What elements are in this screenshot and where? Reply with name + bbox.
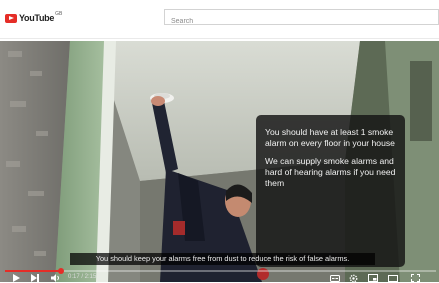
youtube-play-logo-icon [5,13,17,23]
fullscreen-button[interactable] [410,274,420,282]
miniplayer-button[interactable] [368,274,378,282]
search-box[interactable] [164,9,439,29]
captions-button[interactable] [330,274,340,282]
volume-icon [50,274,59,282]
subtitle-caption: You should keep your alarms free from du… [70,253,375,265]
volume-button[interactable] [50,274,60,282]
player-controls: 0:17 / 2:15 [0,272,439,282]
info-text-supply-alarms: We can supply smoke alarms and hard of h… [265,156,396,188]
logo-country-code: GB [55,11,63,17]
youtube-logo[interactable]: YouTube GB [5,11,62,25]
fullscreen-icon [410,274,420,282]
play-icon [12,274,20,282]
info-text-smoke-alarm-per-floor: You should have at least 1 smoke alarm o… [265,127,395,148]
next-button[interactable] [30,274,40,282]
settings-button[interactable] [348,274,358,282]
theater-icon [388,274,398,282]
captions-icon [330,274,340,282]
search-input[interactable] [165,14,438,29]
info-overlay: You should have at least 1 smoke alarm o… [256,115,405,267]
miniplayer-icon [368,274,378,282]
settings-icon [349,274,357,282]
time-display: 0:17 / 2:15 [68,274,97,280]
play-button[interactable] [12,274,20,282]
video-player[interactable]: You should have at least 1 smoke alarm o… [0,41,439,282]
masthead: YouTube GB [0,0,439,39]
next-icon [31,274,39,282]
theater-mode-button[interactable] [388,274,398,282]
logo-text: YouTube [19,13,55,23]
